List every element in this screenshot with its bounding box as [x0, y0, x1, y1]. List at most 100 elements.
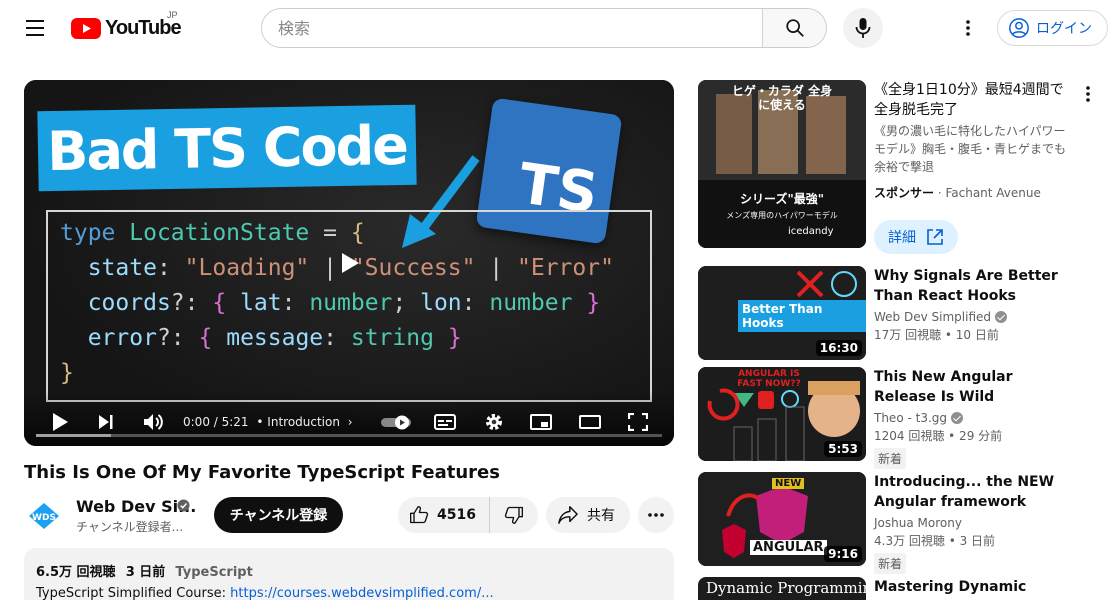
ad-details-label: 詳細	[888, 230, 916, 246]
channel-name[interactable]: Theo - t3.gg	[874, 411, 1070, 425]
code-line-1: type LocationState = {	[60, 220, 365, 246]
thumbnail-text-top: NEW	[772, 478, 805, 489]
video-title[interactable]: Why Signals Are Better Than React Hooks	[874, 266, 1070, 306]
voice-search-button[interactable]	[843, 8, 883, 48]
video-thumbnail[interactable]: ANGULAR IS FAST NOW?? 5:53	[698, 367, 866, 461]
more-actions-button[interactable]	[638, 497, 674, 533]
ad-details-button[interactable]: 詳細	[874, 220, 958, 254]
play-icon	[53, 413, 68, 431]
search-box	[261, 8, 827, 48]
autoplay-toggle[interactable]	[380, 411, 414, 433]
ad-thumb-caption-bottom: メンズ専用のハイパワーモデル	[726, 211, 838, 220]
sponsor-label: スポンサー	[874, 186, 935, 200]
ad-thumb-caption-mid: シリーズ"最強"	[740, 192, 824, 206]
share-button[interactable]: 共有	[546, 497, 630, 533]
video-duration: 16:30	[815, 340, 862, 356]
new-badge: 新着	[874, 553, 907, 574]
play-button[interactable]	[48, 411, 72, 433]
ad-description: 《男の濃い毛に特化したハイパワーモデル》胸毛・腹毛・青ヒゲまでも余裕で撃退	[874, 124, 1067, 174]
channel-name[interactable]: Web Dev Simplified	[874, 310, 1070, 324]
time-text: 0:00 / 5:21	[183, 415, 249, 429]
video-thumbnail[interactable]: NEW ANGULAR 9:16	[698, 472, 866, 566]
share-icon	[558, 506, 578, 524]
wds-logo-icon: WDS	[29, 503, 59, 529]
view-count: 6.5万 回視聴	[36, 565, 116, 580]
thumbs-up-icon	[410, 506, 429, 524]
video-info: Introducing... the NEW Angular framework…	[874, 472, 1070, 574]
settings-button[interactable]	[482, 411, 506, 433]
more-horiz-icon	[648, 513, 664, 517]
youtube-play-logo-icon	[71, 17, 101, 39]
verified-check-icon	[995, 311, 1007, 323]
miniplayer-icon	[530, 414, 552, 430]
thumbnail-text: Better Than Hooks	[738, 300, 866, 332]
channel-name[interactable]: Joshua Morony	[874, 516, 1070, 530]
volume-icon	[144, 414, 163, 430]
video-meta: 17万 回視聴 • 10 日前	[874, 328, 999, 342]
upload-date: 3 日前	[125, 565, 166, 580]
like-count: 4516	[437, 507, 476, 523]
theater-icon	[579, 415, 601, 429]
sponsor-name: Fachant Avenue	[945, 186, 1041, 200]
fullscreen-button[interactable]	[626, 411, 650, 433]
like-dislike-group: 4516	[398, 497, 538, 533]
code-line-4: error?: { message: string }	[87, 325, 462, 351]
share-label: 共有	[587, 508, 615, 524]
theater-mode-button[interactable]	[578, 411, 602, 433]
dislike-button[interactable]	[490, 497, 538, 533]
search-button[interactable]	[762, 9, 826, 47]
next-button[interactable]	[94, 411, 118, 433]
subscribe-button[interactable]: チャンネル登録	[214, 497, 343, 533]
new-badge: 新着	[874, 448, 907, 469]
search-icon	[785, 19, 804, 37]
miniplayer-button[interactable]	[529, 411, 553, 433]
subtitles-icon	[434, 414, 456, 430]
description-prefix: TypeScript Simplified Course:	[36, 586, 231, 600]
center-play-icon[interactable]	[340, 252, 360, 274]
video-title[interactable]: Mastering Dynamic	[874, 577, 1070, 597]
ad-menu-button[interactable]	[1078, 82, 1098, 106]
region-label: JP	[167, 10, 178, 20]
menu-icon[interactable]	[22, 16, 50, 40]
video-title: This Is One Of My Favorite TypeScript Fe…	[24, 462, 500, 483]
verified-check-icon	[177, 499, 190, 512]
settings-menu-button[interactable]	[956, 16, 980, 40]
video-meta: 1204 回視聴 • 29 分前	[874, 429, 1003, 443]
next-icon	[99, 415, 113, 429]
chapter-title[interactable]: • Introduction	[256, 415, 340, 429]
channel-avatar[interactable]: WDS	[24, 496, 64, 536]
sponsor-separator: ·	[934, 186, 946, 200]
description-box[interactable]: 6.5万 回視聴 3 日前 TypeScript TypeScript Simp…	[24, 548, 674, 600]
sidebar-video: NEW ANGULAR 9:16 Introducing... the NEW …	[698, 472, 1108, 574]
video-player[interactable]: Bad TS Code TS type LocationState = { st…	[24, 80, 674, 446]
sidebar-video: ANGULAR IS FAST NOW?? 5:53 This New Angu…	[698, 367, 1108, 469]
video-thumbnail[interactable]: Dynamic Programming	[698, 577, 866, 600]
video-meta: 4.3万 回視聴 • 3 日前	[874, 534, 996, 548]
ad-title[interactable]: 《全身1日10分》最短4週間で全身脱毛完了	[874, 80, 1074, 120]
progress-bar[interactable]	[36, 434, 662, 437]
chapter-chevron-icon[interactable]: ›	[348, 415, 353, 429]
ad-sponsor: スポンサー · Fachant Avenue	[874, 184, 1074, 201]
gear-icon	[486, 414, 502, 430]
hashtag[interactable]: TypeScript	[175, 565, 252, 580]
ad-thumbnail[interactable]: ヒゲ・カラダ 全身に使える シリーズ"最強" メンズ専用のハイパワーモデル ic…	[698, 80, 866, 248]
avatar-text: WDS	[32, 513, 56, 523]
video-info: Mastering Dynamic	[874, 577, 1070, 597]
code-snippet: type LocationState = { state: "Loading" …	[46, 210, 652, 402]
login-button[interactable]: ログイン	[997, 10, 1108, 46]
subtitles-button[interactable]	[433, 411, 457, 433]
like-button[interactable]: 4516	[398, 497, 490, 533]
thumbnail-text: Dynamic Programming	[706, 579, 866, 597]
volume-button[interactable]	[141, 411, 165, 433]
video-title[interactable]: Introducing... the NEW Angular framework	[874, 472, 1070, 512]
account-icon	[1009, 18, 1029, 38]
description-link[interactable]: https://courses.webdevsimplified.com/...	[230, 586, 493, 600]
video-title[interactable]: This New Angular Release Is Wild	[874, 367, 1070, 407]
more-vert-icon	[966, 20, 970, 36]
youtube-logo[interactable]: YouTube JP	[71, 10, 182, 40]
login-label: ログイン	[1036, 21, 1092, 37]
video-thumbnail[interactable]: Better Than Hooks 16:30	[698, 266, 866, 360]
search-input[interactable]	[262, 9, 762, 47]
description-text: TypeScript Simplified Course: https://co…	[36, 586, 662, 600]
ad-thumb-brand: icedandy	[788, 226, 834, 237]
